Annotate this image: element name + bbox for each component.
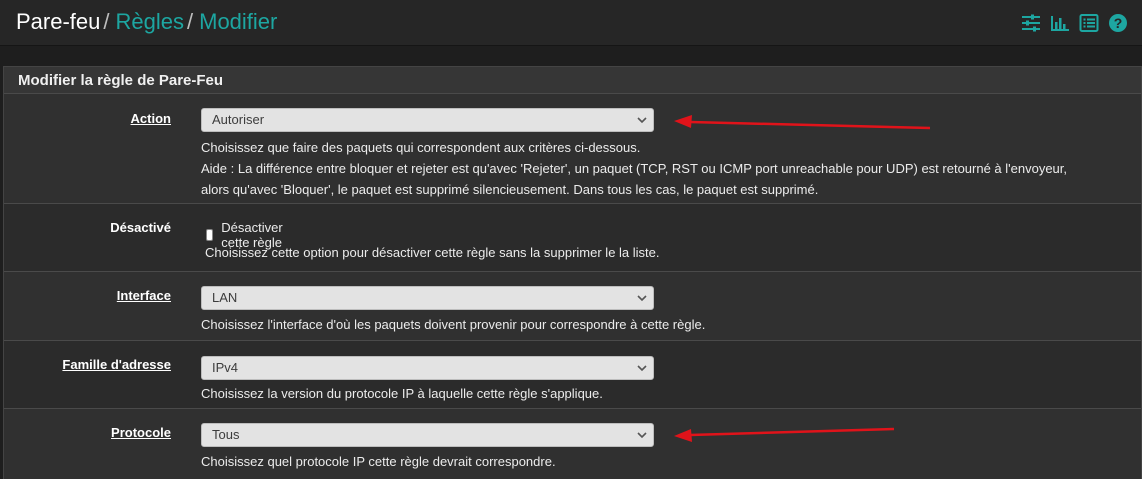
chevron-down-icon bbox=[637, 432, 647, 439]
breadcrumb-separator: / bbox=[103, 9, 110, 34]
protocol-select-value: Tous bbox=[212, 427, 240, 442]
action-help-2: Aide : La différence entre bloquer et re… bbox=[201, 161, 1068, 176]
action-row: Action Autoriser Choisissez que faire de… bbox=[4, 94, 1141, 204]
protocol-row: Protocole Tous Choisissez quel protocole… bbox=[4, 409, 1141, 479]
action-select-value: Autoriser bbox=[212, 112, 265, 127]
sliders-icon[interactable] bbox=[1021, 13, 1041, 33]
disabled-help: Choisissez cette option pour désactiver … bbox=[205, 245, 660, 260]
toolbar-icons: ? bbox=[1021, 13, 1128, 33]
address-family-select-value: IPv4 bbox=[212, 360, 239, 375]
chevron-down-icon bbox=[637, 295, 647, 302]
address-family-help: Choisissez la version du protocole IP à … bbox=[201, 386, 603, 401]
interface-row: Interface LAN Choisissez l'interface d'o… bbox=[4, 272, 1141, 341]
rule-edit-panel: Modifier la règle de Pare-Feu Action Aut… bbox=[3, 66, 1142, 479]
action-select[interactable]: Autoriser bbox=[201, 108, 654, 132]
disabled-label: Désactivé bbox=[110, 220, 171, 235]
breadcrumb-separator: / bbox=[187, 9, 194, 34]
chevron-down-icon bbox=[637, 365, 647, 372]
bar-chart-icon[interactable] bbox=[1050, 13, 1070, 33]
disable-rule-checkbox[interactable] bbox=[206, 229, 214, 241]
address-family-label[interactable]: Famille d'adresse bbox=[62, 357, 171, 372]
breadcrumb-root: Pare-feu bbox=[16, 9, 101, 34]
chevron-down-icon bbox=[637, 117, 647, 124]
help-icon[interactable]: ? bbox=[1108, 13, 1128, 33]
address-family-select[interactable]: IPv4 bbox=[201, 356, 654, 380]
interface-select[interactable]: LAN bbox=[201, 286, 654, 310]
breadcrumb-link-rules[interactable]: Règles bbox=[116, 9, 184, 34]
breadcrumb-link-edit[interactable]: Modifier bbox=[199, 9, 277, 34]
top-bar: Pare-feu / Règles / Modifier ? bbox=[0, 0, 1142, 46]
action-label[interactable]: Action bbox=[131, 111, 171, 126]
breadcrumb: Pare-feu / Règles / Modifier bbox=[16, 9, 277, 35]
disabled-row: Désactivé Désactiver cette règle Choisis… bbox=[4, 204, 1141, 272]
protocol-help: Choisissez quel protocole IP cette règle… bbox=[201, 454, 556, 469]
list-icon[interactable] bbox=[1079, 13, 1099, 33]
address-family-row: Famille d'adresse IPv4 Choisissez la ver… bbox=[4, 341, 1141, 409]
protocol-label[interactable]: Protocole bbox=[111, 425, 171, 440]
protocol-select[interactable]: Tous bbox=[201, 423, 654, 447]
interface-help: Choisissez l'interface d'où les paquets … bbox=[201, 317, 706, 332]
svg-text:?: ? bbox=[1114, 15, 1123, 31]
form-rows: Action Autoriser Choisissez que faire de… bbox=[4, 94, 1141, 479]
panel-title: Modifier la règle de Pare-Feu bbox=[4, 67, 1141, 94]
action-help-1: Choisissez que faire des paquets qui cor… bbox=[201, 140, 641, 155]
action-help-3: alors qu'avec 'Bloquer', le paquet est s… bbox=[201, 182, 819, 197]
interface-label[interactable]: Interface bbox=[117, 288, 171, 303]
interface-select-value: LAN bbox=[212, 290, 238, 305]
